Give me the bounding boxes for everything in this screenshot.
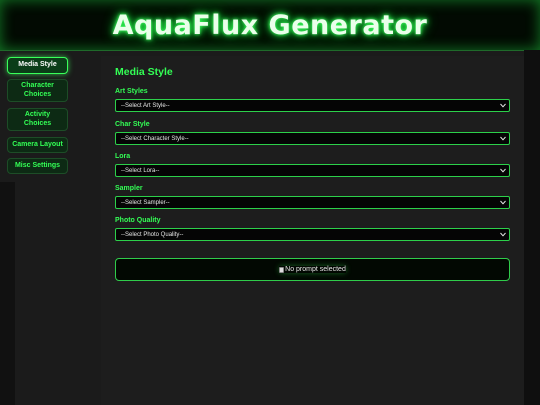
lora-value: --Select Lora--: [121, 167, 160, 174]
left-gutter: [0, 182, 15, 405]
photo-quality-label: Photo Quality: [115, 217, 161, 224]
sidebar-item-activity-choices[interactable]: Activity Choices: [7, 108, 68, 131]
right-gutter: [524, 50, 540, 405]
sampler-label: Sampler: [115, 185, 143, 192]
app-title: AquaFlux Generator: [112, 9, 428, 41]
sidebar-item-label: Activity Choices: [23, 111, 52, 127]
chevron-down-icon: [500, 229, 506, 240]
sidebar-item-misc-settings[interactable]: Misc Settings: [7, 158, 68, 174]
lora-label: Lora: [115, 153, 131, 160]
sidebar-item-camera-layout[interactable]: Camera Layout: [7, 137, 68, 153]
sidebar-item-label: Character Choices: [21, 82, 54, 98]
sampler-value: --Select Sampler--: [121, 199, 170, 206]
sidebar-item-character-choices[interactable]: Character Choices: [7, 79, 68, 102]
char-style-value: --Select Character Style--: [121, 135, 189, 142]
lora-select[interactable]: --Select Lora--: [115, 164, 510, 177]
section-title: Media Style: [115, 66, 173, 78]
main-panel: Media Style Art Styles --Select Art Styl…: [101, 56, 524, 405]
art-style-select[interactable]: --Select Art Style--: [115, 99, 510, 112]
broken-image-icon: [279, 266, 285, 273]
app-header: AquaFlux Generator: [0, 0, 540, 51]
chevron-down-icon: [500, 133, 506, 144]
char-style-select[interactable]: --Select Character Style--: [115, 132, 510, 145]
photo-quality-select[interactable]: --Select Photo Quality--: [115, 228, 510, 241]
prompt-image-alt-text: No prompt selected: [285, 266, 346, 273]
chevron-down-icon: [500, 100, 506, 111]
sidebar-item-label: Media Style: [18, 61, 57, 69]
chevron-down-icon: [500, 197, 506, 208]
sidebar-item-label: Camera Layout: [12, 140, 63, 148]
sampler-select[interactable]: --Select Sampler--: [115, 196, 510, 209]
prompt-preview: No prompt selected: [115, 258, 510, 281]
sidebar: Media Style Character Choices Activity C…: [0, 50, 74, 182]
photo-quality-value: --Select Photo Quality--: [121, 231, 184, 238]
prompt-image: No prompt selected: [279, 266, 346, 273]
sidebar-item-label: Misc Settings: [14, 161, 61, 169]
char-style-label: Char Style: [115, 121, 150, 128]
chevron-down-icon: [500, 165, 506, 176]
art-style-value: --Select Art Style--: [121, 102, 170, 109]
art-styles-label: Art Styles: [115, 88, 148, 95]
sidebar-item-media-style[interactable]: Media Style: [7, 57, 68, 74]
